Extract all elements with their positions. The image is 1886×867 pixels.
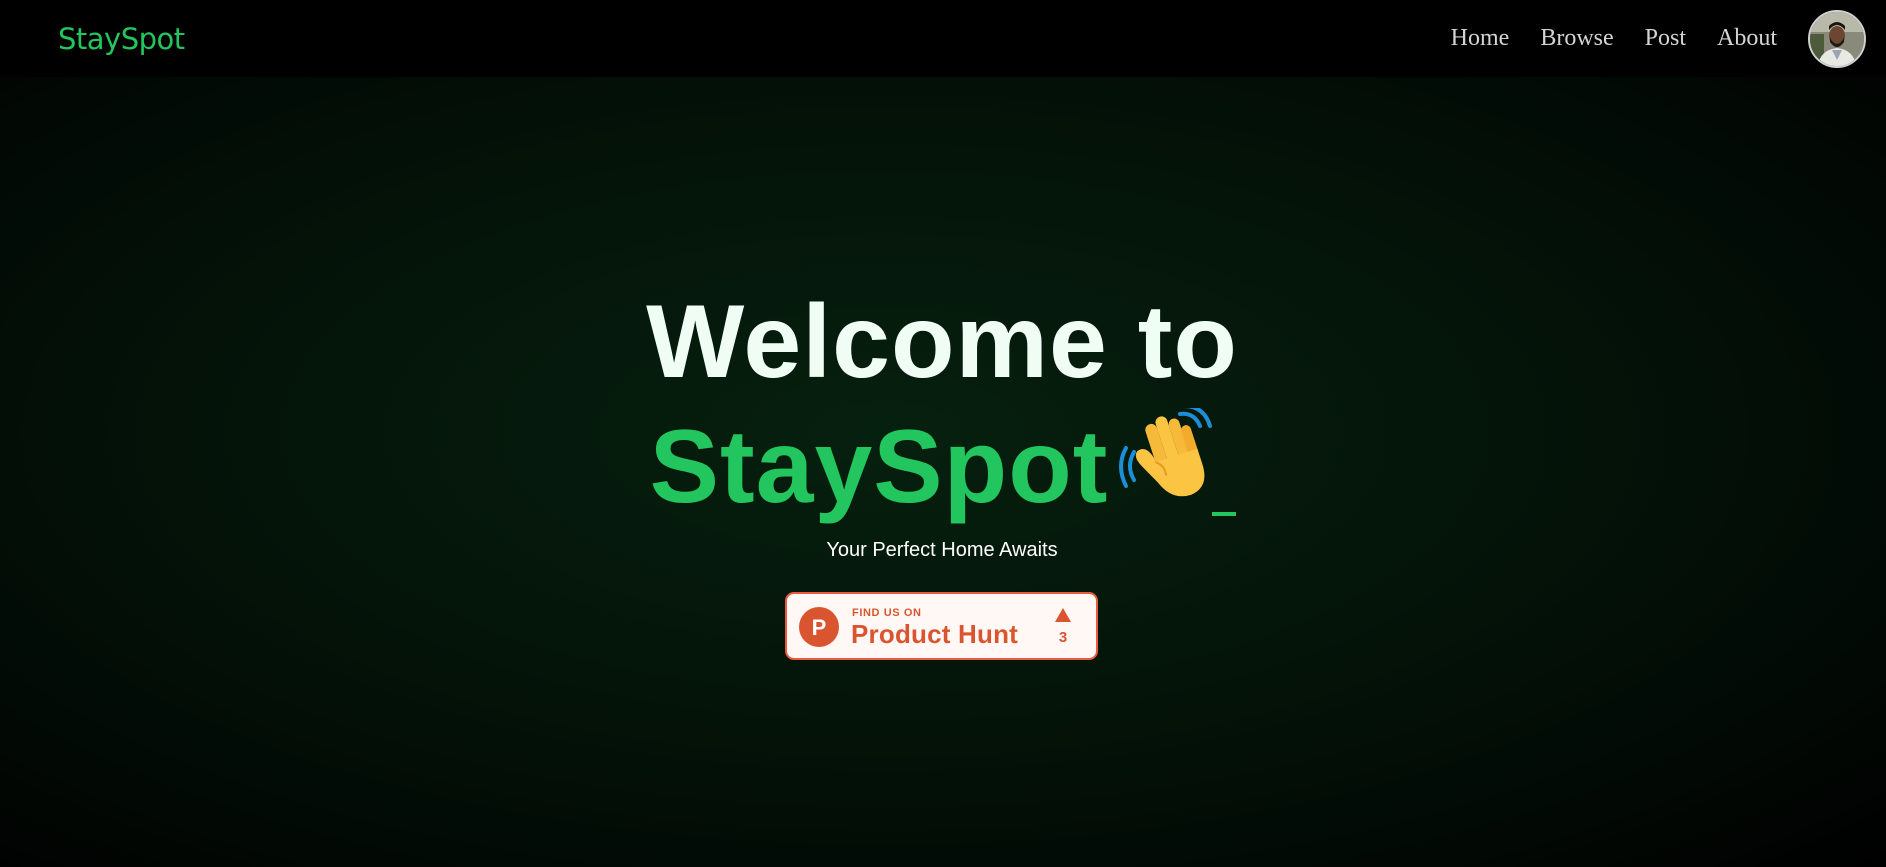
nav-post-link[interactable]: Post — [1645, 25, 1686, 52]
waving-hand-icon — [1119, 408, 1213, 497]
hero-section: Welcome to StaySpot Your Perfect Home Aw… — [0, 77, 1886, 867]
nav-about-link[interactable]: About — [1717, 25, 1777, 52]
hero-headline-line2: StaySpot — [0, 408, 1886, 522]
nav-home-link[interactable]: Home — [1451, 25, 1510, 52]
hero-content: Welcome to StaySpot Your Perfect Home Aw… — [0, 77, 1886, 867]
hero-headline-line1: Welcome to — [646, 284, 1238, 400]
nav-browse-link[interactable]: Browse — [1540, 25, 1613, 52]
product-hunt-logo-icon: P — [799, 607, 839, 647]
main-nav: Home Browse Post About — [1451, 9, 1866, 68]
hero-subtitle: Your Perfect Home Awaits — [826, 539, 1058, 561]
brand-logo[interactable]: StaySpot — [58, 22, 185, 56]
hero-brand-name: StaySpot — [649, 409, 1109, 525]
avatar-photo-icon — [1810, 11, 1864, 66]
product-hunt-small-label: FIND US ON — [852, 607, 922, 619]
product-hunt-upvote-count: 3 — [1058, 629, 1068, 646]
product-hunt-logo-letter: P — [812, 615, 827, 640]
product-hunt-badge[interactable]: P FIND US ON Product Hunt 3 — [785, 592, 1098, 660]
typing-cursor — [1212, 512, 1237, 516]
user-avatar[interactable] — [1808, 9, 1866, 68]
triangle-up-icon — [1055, 608, 1071, 622]
top-navbar: StaySpot Home Browse Post About — [0, 0, 1886, 77]
product-hunt-label: Product Hunt — [851, 619, 1019, 649]
